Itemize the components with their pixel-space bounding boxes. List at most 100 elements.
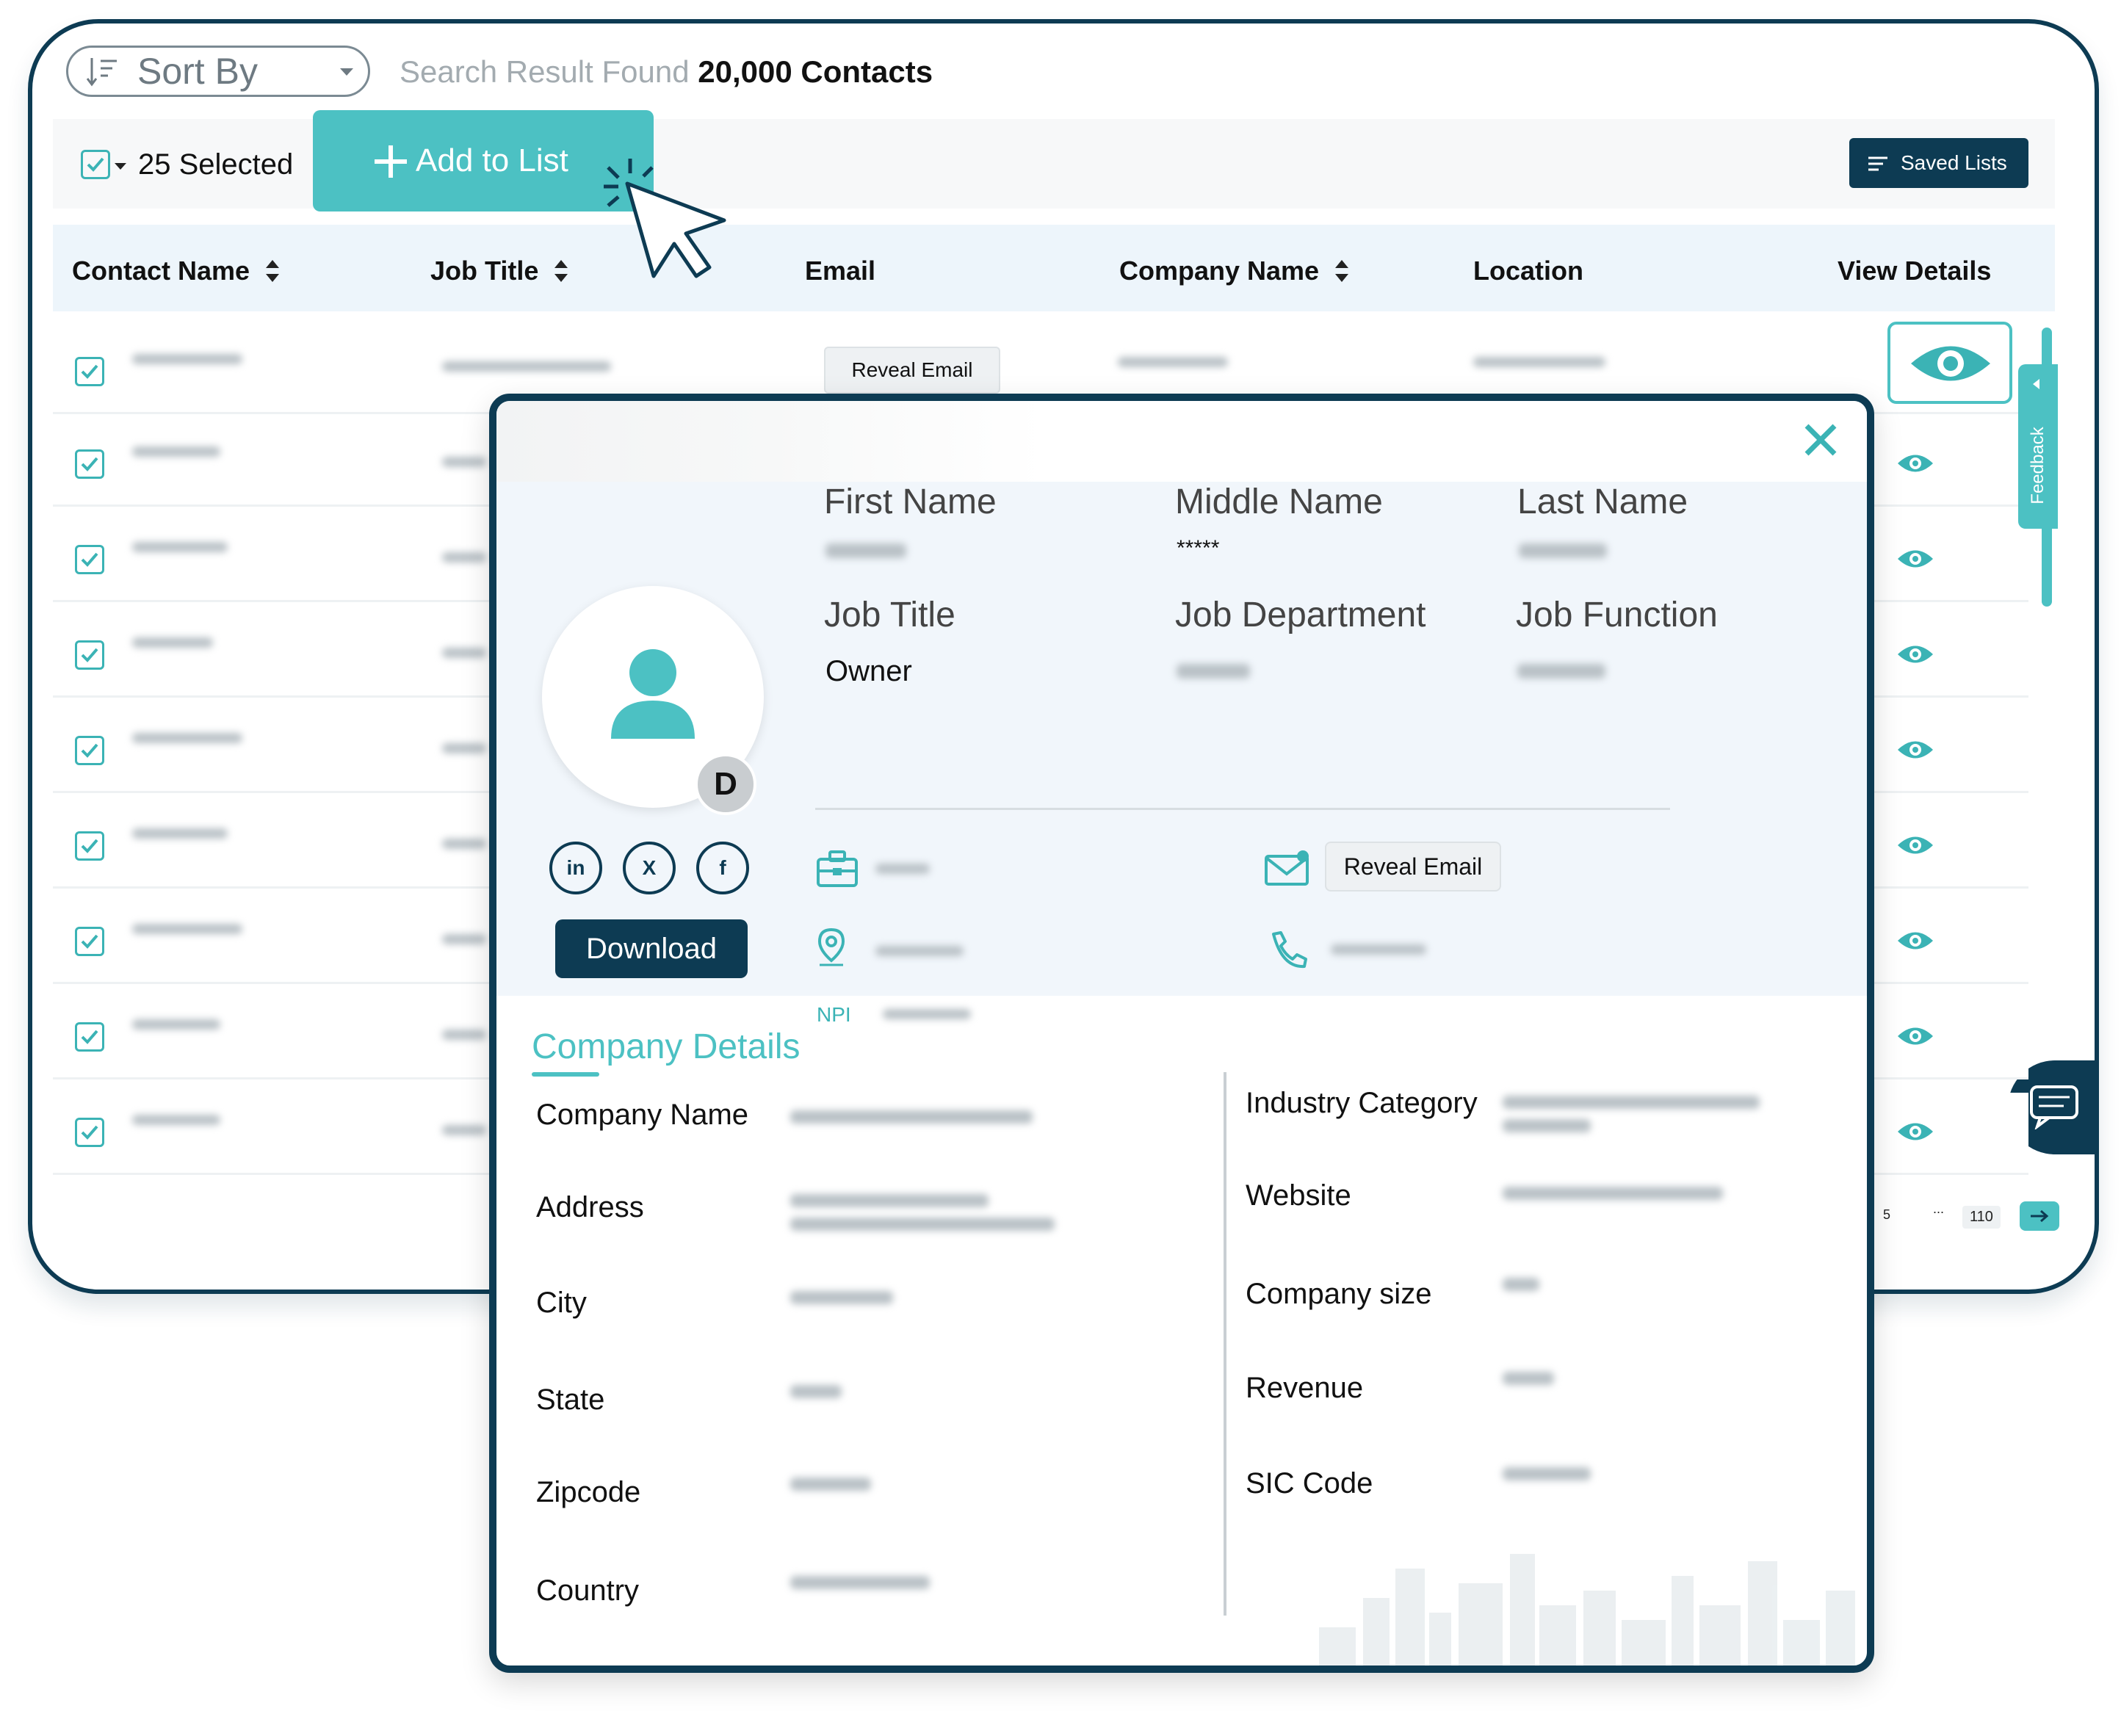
column-contact-name[interactable]: Contact Name <box>72 256 280 286</box>
chevron-down-icon <box>340 68 353 76</box>
sort-icon <box>86 58 117 87</box>
location-pin-icon <box>817 927 845 966</box>
eye-icon[interactable] <box>1896 451 1934 476</box>
page-5[interactable]: 5 <box>1883 1207 1890 1223</box>
eye-icon[interactable] <box>1896 1024 1934 1049</box>
select-all-checkbox[interactable] <box>81 150 110 179</box>
saved-lists-button[interactable]: Saved Lists <box>1849 138 2028 188</box>
row-checkbox[interactable] <box>75 927 104 956</box>
row-checkbox[interactable] <box>75 1022 104 1052</box>
blurred-zipcode <box>790 1478 871 1491</box>
revenue-label: Revenue <box>1246 1372 1364 1404</box>
arrow-right-icon <box>2031 1209 2049 1223</box>
blurred-contact-name <box>132 924 242 934</box>
eye-icon[interactable] <box>1896 546 1934 571</box>
row-checkbox[interactable] <box>75 1118 104 1147</box>
x-twitter-icon[interactable]: X <box>623 842 676 894</box>
close-icon[interactable] <box>1804 423 1838 457</box>
sort-toggle-icon[interactable] <box>554 260 568 282</box>
first-name-label: First Name <box>824 482 997 521</box>
company-name-label: Company Name <box>536 1099 749 1131</box>
blurred-job-department <box>1177 664 1250 679</box>
blurred-phone <box>1331 944 1426 955</box>
check-icon <box>81 743 98 758</box>
blurred-country <box>790 1576 930 1589</box>
blurred-job-title <box>442 361 611 372</box>
state-label: State <box>536 1384 605 1416</box>
row-checkbox[interactable] <box>75 640 104 670</box>
eye-icon[interactable] <box>1896 737 1934 762</box>
country-label: Country <box>536 1574 640 1607</box>
blurred-job-title <box>442 839 486 849</box>
blurred-job-title <box>442 1125 486 1135</box>
zipcode-label: Zipcode <box>536 1476 641 1508</box>
blurred-contact-name <box>132 446 220 457</box>
blurred-job-title <box>442 743 486 753</box>
download-button[interactable]: Download <box>555 919 748 978</box>
facebook-icon[interactable]: f <box>696 842 749 894</box>
contact-profile-section: D in X f Download First Name Middle Name… <box>496 482 1867 1026</box>
blurred-contact-name <box>132 1115 220 1125</box>
chat-icon <box>2030 1085 2078 1129</box>
result-prefix: Search Result Found <box>400 54 690 89</box>
city-skyline-decoration <box>1319 1554 1855 1666</box>
reveal-email-button[interactable]: Reveal Email <box>824 347 1000 394</box>
feedback-tab[interactable]: Feedback <box>2018 364 2058 529</box>
blurred-job-title <box>442 934 486 944</box>
blurred-city <box>790 1291 893 1304</box>
column-email: Email <box>805 256 875 286</box>
job-title-value: Owner <box>825 655 912 687</box>
select-options-caret-icon[interactable] <box>115 163 126 170</box>
row-checkbox[interactable] <box>75 831 104 861</box>
contact-details-modal: D in X f Download First Name Middle Name… <box>489 394 1874 1673</box>
blurred-job-title <box>442 457 486 467</box>
list-icon <box>1868 156 1887 171</box>
sort-toggle-icon[interactable] <box>266 260 280 282</box>
reveal-email-button[interactable]: Reveal Email <box>1325 842 1501 891</box>
website-label: Website <box>1246 1179 1351 1212</box>
blurred-revenue <box>1503 1372 1554 1385</box>
eye-icon[interactable] <box>1896 833 1934 858</box>
eye-icon[interactable] <box>1896 1119 1934 1144</box>
mouse-cursor-icon <box>604 159 726 278</box>
row-checkbox[interactable] <box>75 736 104 765</box>
linkedin-icon[interactable]: in <box>549 842 602 894</box>
check-icon <box>81 1125 98 1140</box>
page-110[interactable]: 110 <box>1962 1206 2001 1229</box>
check-icon <box>87 157 104 172</box>
plus-icon <box>375 145 407 178</box>
blurred-industry-line-2 <box>1503 1119 1591 1132</box>
eye-icon[interactable] <box>1896 642 1934 667</box>
check-icon <box>81 648 98 662</box>
profile-divider <box>815 808 1670 810</box>
view-details-button[interactable] <box>1887 322 2012 404</box>
saved-lists-label: Saved Lists <box>1901 151 2007 174</box>
blurred-contact-name <box>132 542 228 552</box>
blurred-location <box>875 946 964 956</box>
row-checkbox[interactable] <box>75 449 104 479</box>
sort-by-label: Sort By <box>137 51 258 92</box>
blurred-last-name <box>1519 543 1607 558</box>
avatar-initial-badge: D <box>695 753 756 815</box>
user-icon <box>611 649 695 739</box>
row-checkbox[interactable] <box>75 545 104 574</box>
sort-by-dropdown[interactable]: Sort By <box>66 46 370 97</box>
column-job-title[interactable]: Job Title <box>430 256 568 286</box>
company-details-title: Company Details <box>532 1027 801 1066</box>
eye-icon[interactable] <box>1896 928 1934 953</box>
column-company-name[interactable]: Company Name <box>1119 256 1349 286</box>
blurred-contact-name <box>132 828 228 839</box>
blurred-sic-code <box>1503 1467 1591 1480</box>
blurred-contact-name <box>132 1019 220 1030</box>
check-icon <box>81 364 98 379</box>
search-result-summary: Search Result Found 20,000 Contacts <box>400 54 933 90</box>
table-header <box>53 225 2055 311</box>
phone-icon <box>1272 931 1307 969</box>
sort-toggle-icon[interactable] <box>1335 260 1349 282</box>
row-checkbox[interactable] <box>75 357 104 386</box>
column-location: Location <box>1473 256 1583 286</box>
selected-count: 25 Selected <box>138 148 294 181</box>
check-icon <box>81 839 98 853</box>
next-page-button[interactable] <box>2020 1201 2059 1231</box>
company-size-label: Company size <box>1246 1278 1432 1310</box>
